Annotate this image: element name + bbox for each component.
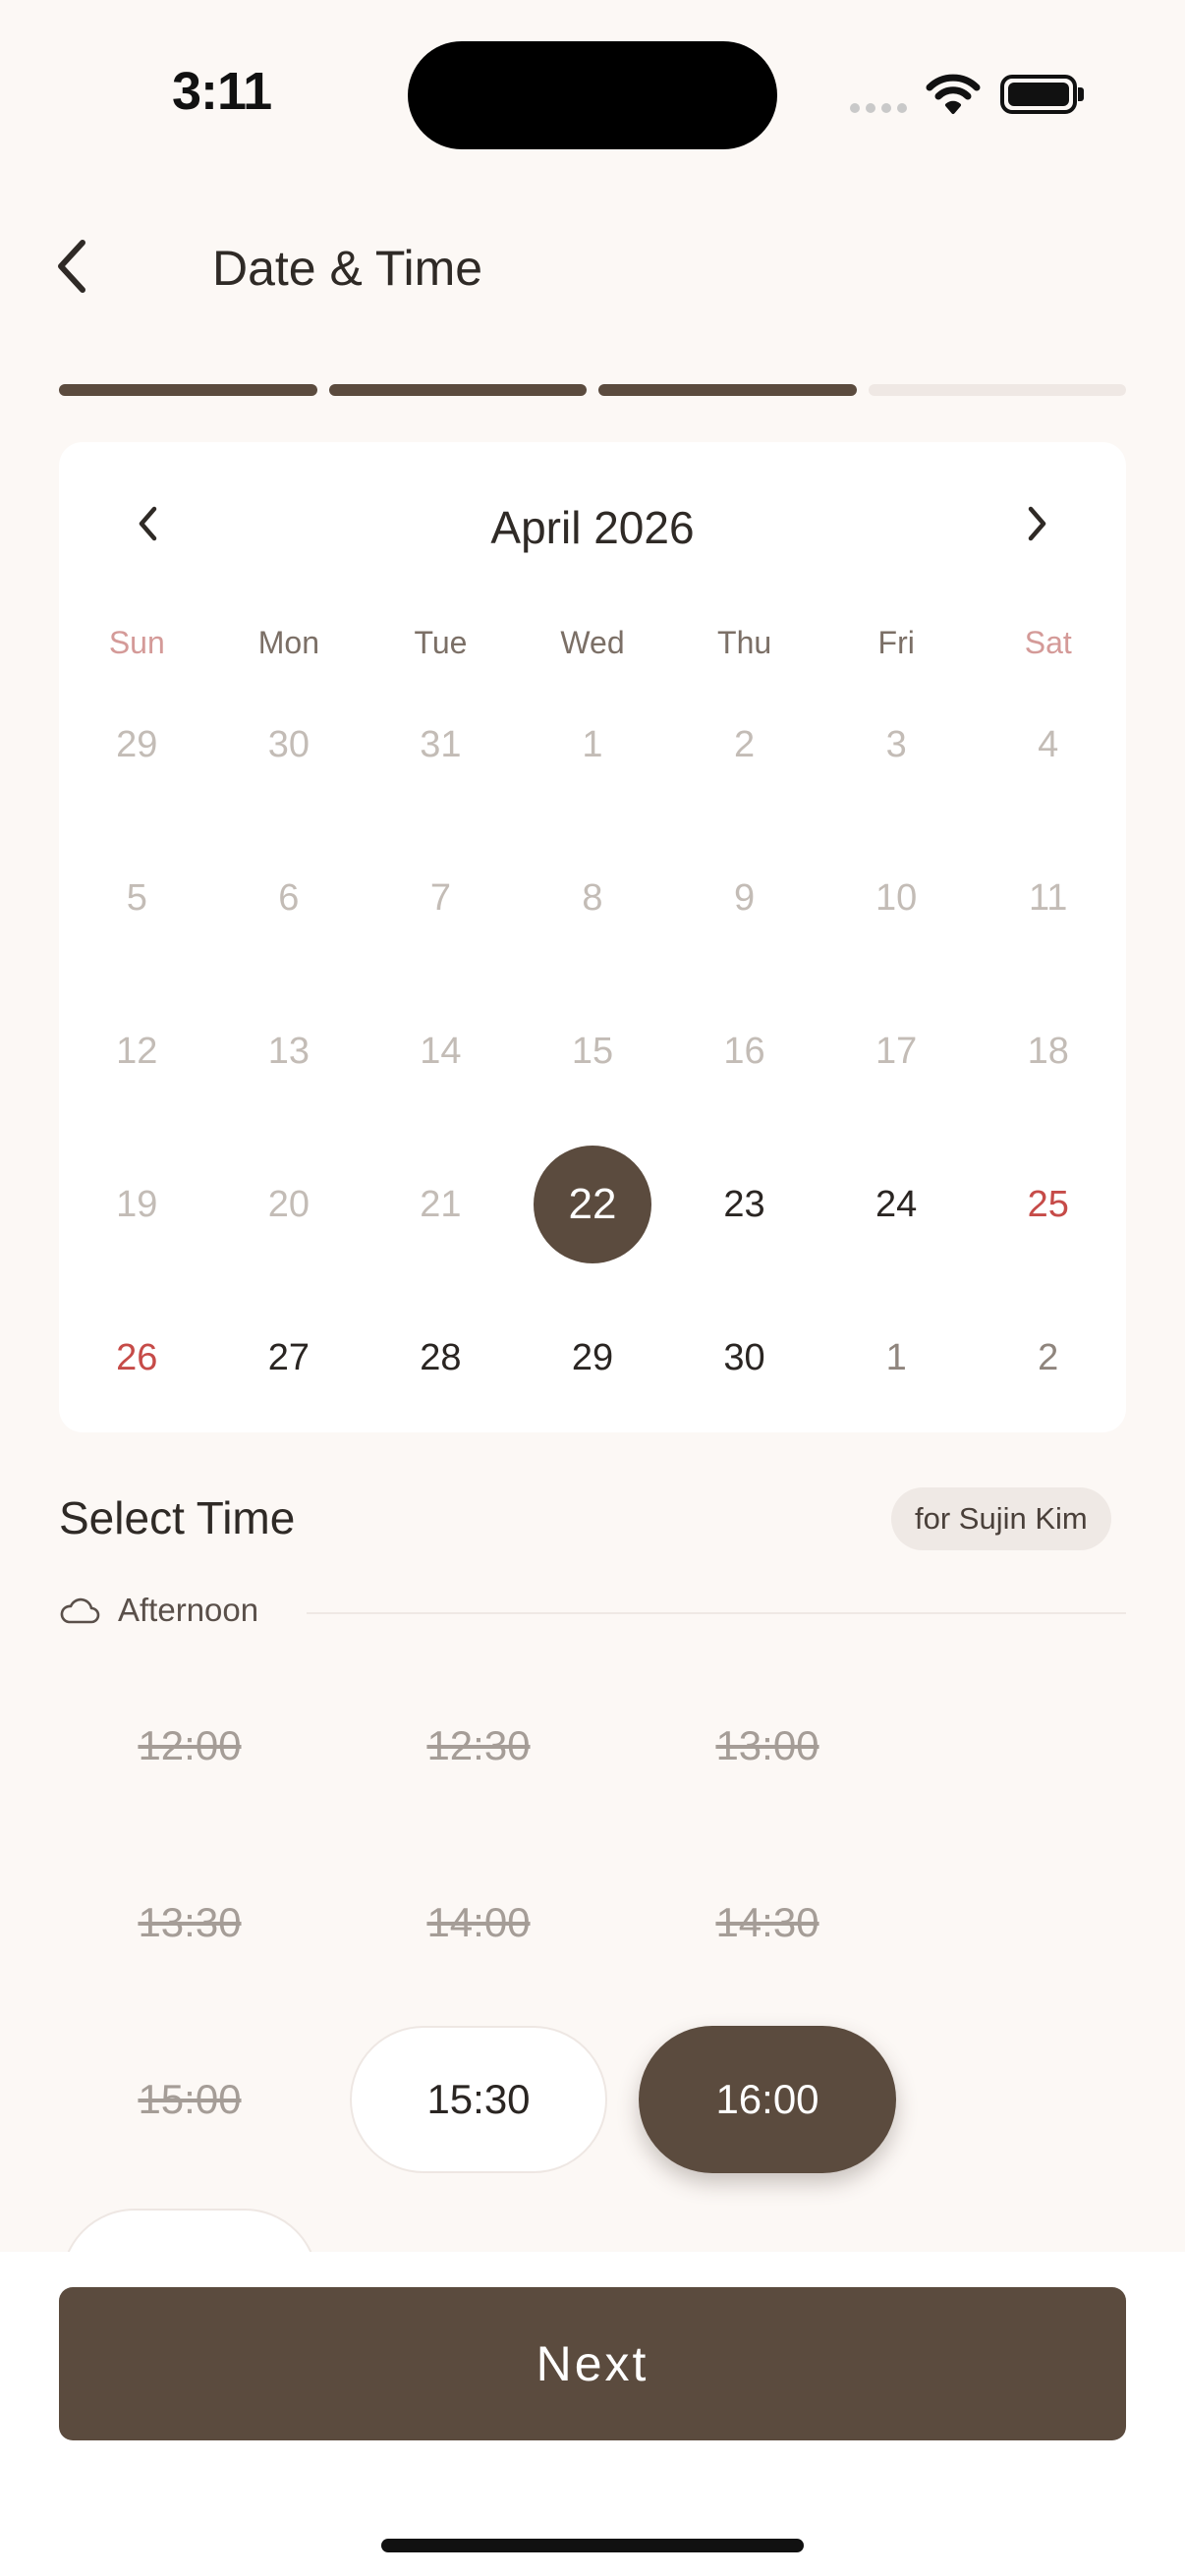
cloud-icon (60, 1597, 100, 1624)
battery-nub (1078, 87, 1084, 101)
patient-badge: for Sujin Kim (891, 1487, 1111, 1550)
progress-segment (328, 384, 587, 396)
time-slot: 12:00 (138, 1722, 242, 1768)
time-slot: 15:00 (138, 2076, 242, 2122)
calendar-day[interactable]: 29 (517, 1281, 669, 1434)
back-button[interactable] (47, 234, 96, 299)
step-progress (59, 384, 1126, 396)
calendar-day: 1 (885, 1336, 907, 1378)
calendar-day: 2 (733, 723, 756, 765)
time-slot: 13:00 (715, 1722, 819, 1768)
calendar-day: 10 (875, 876, 918, 919)
select-time-title: Select Time (59, 1492, 296, 1543)
calendar-day[interactable]: 24 (820, 1128, 973, 1281)
calendar-day: 17 (875, 1030, 918, 1072)
next-month-button[interactable] (1008, 494, 1067, 553)
time-slot: 12:30 (426, 1722, 531, 1768)
calendar-day: 9 (733, 876, 756, 919)
calendar-day: 13 (267, 1030, 310, 1072)
weekday-label: Thu (717, 625, 772, 660)
calendar-day[interactable]: 23 (668, 1128, 820, 1281)
calendar-day: 12 (116, 1030, 158, 1072)
month-label: April 2026 (490, 502, 695, 553)
chevron-left-icon (58, 240, 85, 293)
dynamic-island (408, 41, 777, 149)
calendar-day: 15 (571, 1030, 614, 1072)
time-slot: 14:30 (715, 1899, 819, 1945)
calendar-day: 3 (885, 723, 907, 765)
calendar-day: 11 (1028, 876, 1068, 919)
home-indicator (381, 2539, 804, 2552)
time-slot[interactable]: 15:30 (350, 2026, 607, 2173)
calendar-card: April 2026 Sun Mon Tue Wed Thu Fri Sat 29 30 31 1… (59, 442, 1126, 1432)
calendar-day: 16 (723, 1030, 765, 1072)
calendar-day: 20 (267, 1183, 310, 1225)
calendar-day: 18 (1027, 1030, 1069, 1072)
battery-icon (1000, 75, 1077, 114)
progress-segment (598, 384, 857, 396)
progress-segment (59, 384, 317, 396)
progress-segment (868, 384, 1126, 396)
calendar-day: 4 (1038, 723, 1059, 765)
weekday-label: Sun (108, 625, 165, 660)
status-time: 3:11 (172, 62, 272, 121)
weekday-label: Tue (414, 625, 468, 660)
weekday-label: Sat (1024, 625, 1072, 660)
time-slot: 13:30 (138, 1899, 242, 1945)
calendar-day: 30 (267, 723, 310, 765)
weekday-label: Fri (877, 625, 915, 660)
calendar-day[interactable]: 25 (972, 1128, 1124, 1281)
period-label: Afternoon (118, 1592, 259, 1628)
chevron-right-icon (1028, 506, 1046, 541)
calendar-day[interactable]: 26 (61, 1281, 213, 1434)
calendar-day[interactable]: 27 (213, 1281, 366, 1434)
weekday-label: Mon (257, 625, 319, 660)
calendar-grid: 29 30 31 1 2 3 4 5 6 7 8 9 10 11 12 13 14 15 16 17 18 19 20 21 2… (59, 668, 1126, 1434)
calendar-day: 2 (1038, 1336, 1059, 1378)
weekday-label: Wed (560, 625, 625, 660)
calendar-day: 21 (420, 1183, 462, 1225)
time-slot-selected[interactable]: 16:00 (639, 2026, 896, 2173)
calendar-day: 31 (420, 723, 462, 765)
calendar-day-selected[interactable]: 22 (517, 1128, 669, 1281)
calendar-day: 8 (582, 876, 603, 919)
page-title: Date & Time (212, 241, 483, 296)
calendar-day: 14 (420, 1030, 462, 1072)
weekday-header: Sun Mon Tue Wed Thu Fri Sat (59, 625, 1126, 661)
period-divider (307, 1612, 1126, 1614)
time-slot: 14:00 (426, 1899, 531, 1945)
calendar-day: 5 (126, 876, 147, 919)
calendar-day[interactable]: 28 (365, 1281, 517, 1434)
calendar-day[interactable]: 30 (668, 1281, 820, 1434)
cellular-signal-icon (850, 103, 907, 113)
period-header: Afternoon (59, 1592, 258, 1629)
calendar-day: 29 (116, 723, 158, 765)
calendar-day: 1 (582, 723, 603, 765)
calendar-day: 7 (429, 876, 451, 919)
wifi-icon (926, 74, 981, 114)
next-button[interactable]: Next (59, 2287, 1126, 2440)
calendar-day: 6 (278, 876, 300, 919)
calendar-day: 19 (116, 1183, 158, 1225)
